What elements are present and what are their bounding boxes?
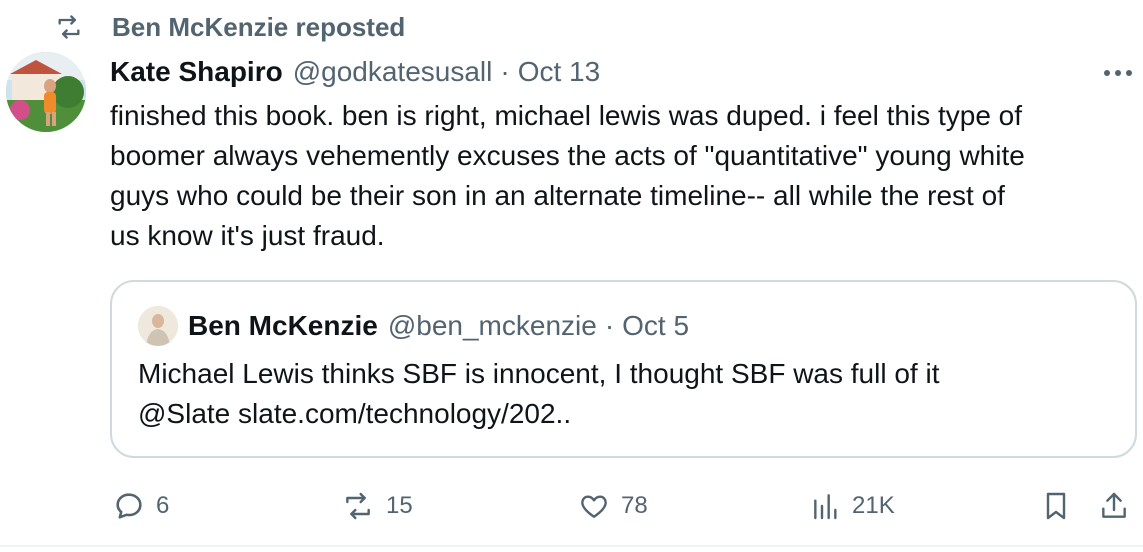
repost-banner[interactable]: Ben McKenzie reposted	[52, 10, 405, 44]
tweet-text-line: guys who could be their son in an altern…	[110, 180, 1005, 211]
quoted-tweet-header: Ben McKenzie @ben_mckenzie · Oct 5	[188, 306, 689, 346]
quoted-header-separator: ·	[604, 310, 615, 341]
tweet-text-line: finished this book. ben is right, michae…	[110, 100, 1023, 131]
views-count: 21K	[852, 492, 895, 519]
repost-action-icon	[346, 492, 370, 520]
more-icon	[1104, 70, 1132, 76]
views-button[interactable]: 21K	[810, 484, 895, 528]
divider	[0, 545, 1143, 547]
repost-label: Ben McKenzie reposted	[112, 11, 406, 42]
repost-icon	[52, 10, 86, 44]
tweet-header: Kate Shapiro @godkatesusall · Oct 13	[110, 52, 600, 92]
tweet-text-line: boomer always vehemently excuses the act…	[110, 140, 1025, 171]
share-button[interactable]	[1098, 484, 1130, 528]
author-avatar[interactable]	[6, 52, 86, 132]
share-icon	[1102, 492, 1126, 518]
action-bar: 6 15 78 21K	[0, 484, 1143, 528]
like-button[interactable]: 78	[577, 484, 648, 528]
quoted-author-name[interactable]: Ben McKenzie	[188, 310, 378, 342]
quoted-tweet[interactable]: Ben McKenzie @ben_mckenzie · Oct 5 Micha…	[110, 280, 1137, 458]
author-handle[interactable]: @godkatesusall	[293, 56, 493, 88]
more-options-button[interactable]	[1101, 60, 1135, 86]
quoted-author-avatar[interactable]	[138, 306, 178, 346]
header-separator: ·	[500, 56, 510, 87]
quoted-author-handle[interactable]: @ben_mckenzie	[388, 310, 597, 342]
quoted-tweet-text: Michael Lewis thinks SBF is innocent, I …	[138, 354, 1118, 434]
heart-icon	[581, 495, 607, 518]
quoted-text-line: Michael Lewis thinks SBF is innocent, I …	[138, 358, 940, 389]
quoted-tweet-date[interactable]: Oct 5	[622, 310, 689, 342]
reply-count: 6	[156, 492, 170, 519]
reply-icon	[116, 493, 142, 519]
repost-count: 15	[386, 492, 413, 519]
reply-button[interactable]: 6	[112, 484, 169, 528]
bookmark-button[interactable]	[1040, 484, 1072, 528]
bookmark-icon	[1046, 492, 1066, 520]
tweet-text: finished this book. ben is right, michae…	[110, 96, 1130, 256]
like-count: 78	[621, 492, 648, 519]
quoted-text-line: @Slate slate.com/technology/202..	[138, 398, 572, 429]
author-name[interactable]: Kate Shapiro	[110, 56, 283, 88]
tweet-date[interactable]: Oct 13	[518, 56, 600, 88]
tweet-text-line: us know it's just fraud.	[110, 220, 385, 251]
views-chart-icon	[814, 494, 837, 520]
repost-button[interactable]: 15	[340, 484, 413, 528]
